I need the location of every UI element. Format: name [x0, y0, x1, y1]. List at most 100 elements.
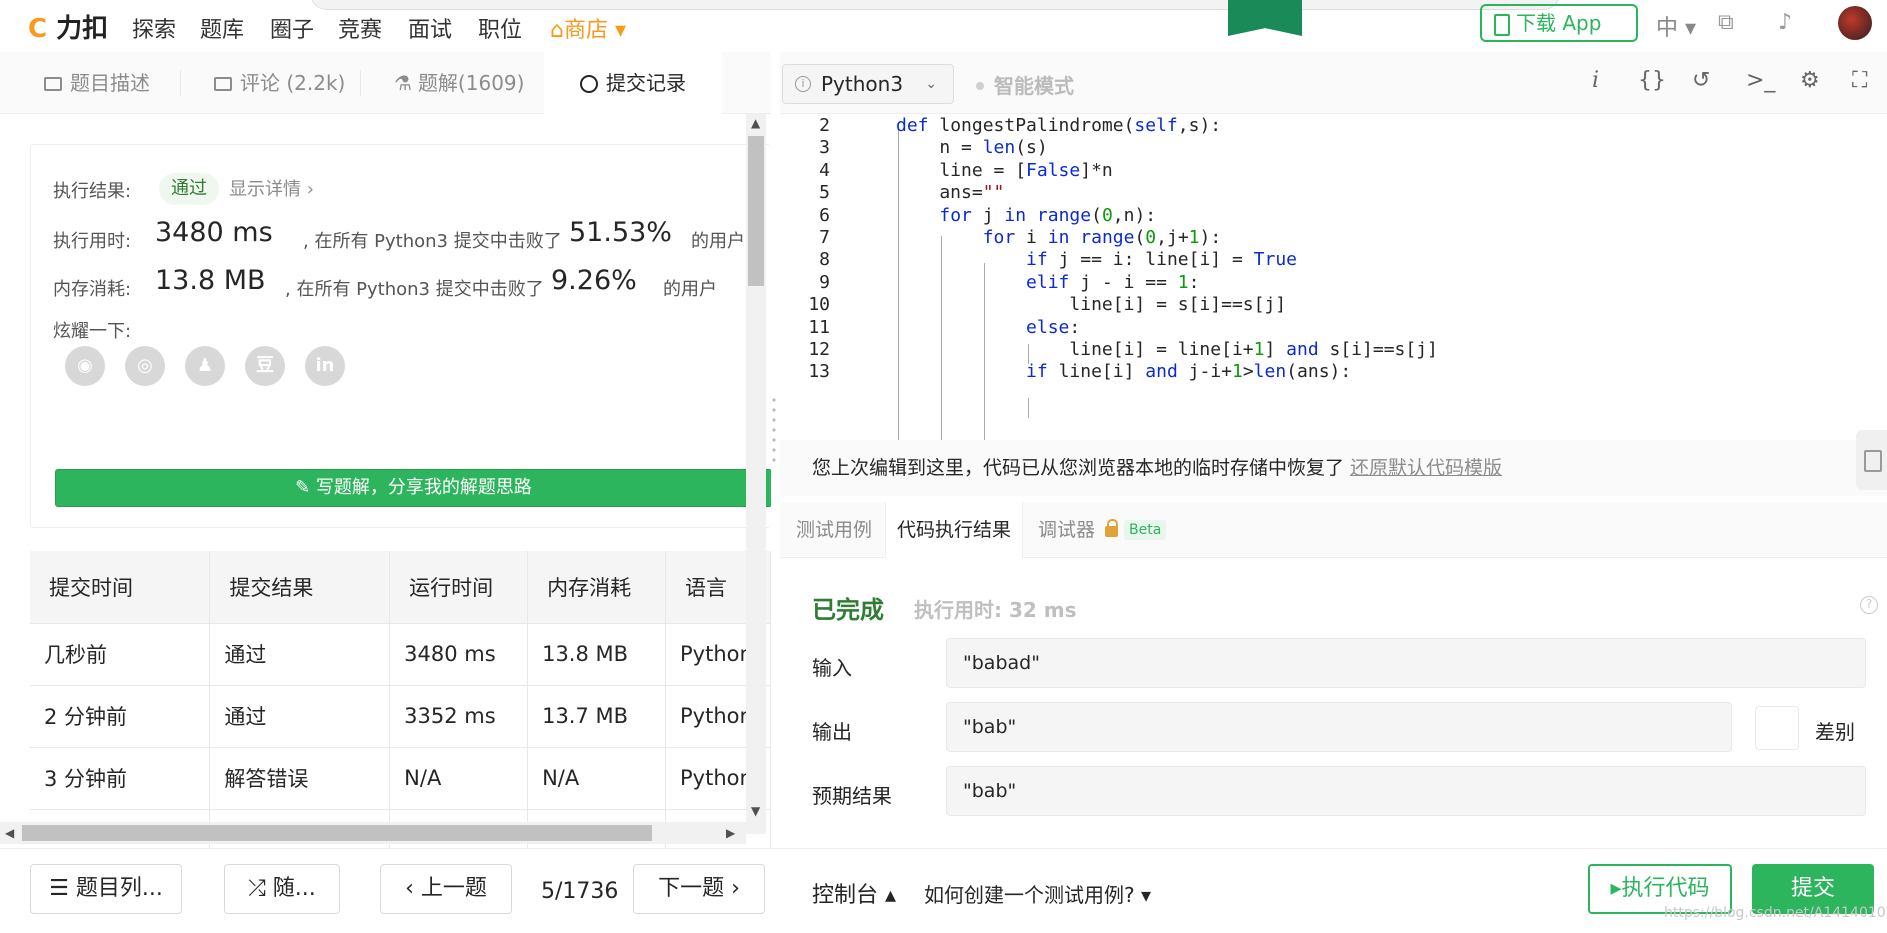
smart-mode-toggle[interactable]: 智能模式 — [976, 70, 1074, 99]
terminal-icon[interactable]: >_ — [1746, 68, 1775, 93]
header-submit-time[interactable]: 提交时间 — [30, 551, 211, 624]
cell-memory: 13.7 MB — [527, 685, 666, 748]
info-icon[interactable]: i — [1592, 68, 1599, 93]
comment-icon — [214, 77, 232, 91]
exec-status: 已完成 — [812, 596, 884, 624]
tab-comments[interactable]: 评论 (2.2k) — [214, 52, 345, 114]
download-app-button[interactable]: 下载 App — [1480, 4, 1638, 42]
leetcode-logo[interactable]: C 力扣 — [28, 8, 108, 45]
memory-beats-text: , 在所有 Python3 提交中击败了 — [285, 279, 544, 300]
top-navbar: C 力扣 探索 题库 圈子 竞赛 面试 职位 ⌂商店 ▾ 下载 App 中 ▾ … — [0, 0, 1887, 52]
cell-runtime: N/A — [389, 747, 529, 810]
cell-result-link[interactable]: 解答错误 — [209, 747, 391, 810]
douban-icon[interactable]: 豆 — [245, 346, 285, 386]
weibo-icon[interactable]: ◎ — [125, 346, 165, 386]
cell-runtime: 3480 ms — [389, 623, 529, 686]
notes-side-tab[interactable] — [1856, 430, 1887, 490]
cell-time: 3 分钟前 — [30, 747, 211, 810]
qq-icon[interactable]: ♟ — [185, 346, 225, 386]
memory-percent: 9.26% — [551, 265, 637, 296]
chevron-down-icon: ⌄ — [925, 76, 937, 92]
nav-contest[interactable]: 竞赛 — [338, 12, 382, 44]
tab-description[interactable]: 题目描述 — [44, 52, 150, 114]
tab-description-label: 题目描述 — [70, 71, 150, 95]
table-row[interactable]: 2 分钟前 通过 3352 ms 13.7 MB Python — [30, 685, 771, 748]
nav-jobs[interactable]: 职位 — [478, 12, 522, 44]
braces-icon[interactable]: {} — [1638, 68, 1666, 93]
diff-checkbox[interactable] — [1755, 706, 1799, 750]
restore-notice: 您上次编辑到这里，代码已从您浏览器本地的临时存储中恢复了 还原默认代码模版 — [780, 440, 1887, 496]
table-header-row: 提交时间 提交结果 运行时间 内存消耗 语言 — [30, 551, 771, 624]
nav-problems[interactable]: 题库 — [200, 12, 244, 44]
write-solution-button[interactable]: ✎ 写题解，分享我的解题思路 — [55, 469, 771, 507]
browser-address-bar[interactable] — [310, 0, 1560, 10]
problem-list-button[interactable]: ☰ 题目列... — [30, 864, 182, 914]
memory-users-suffix: 的用户 — [663, 279, 717, 300]
random-problem-button[interactable]: ⤮ 随... — [224, 864, 340, 914]
scroll-down-arrow-icon[interactable]: ▼ — [751, 804, 760, 818]
tab-exec-result[interactable]: 代码执行结果 — [885, 502, 1023, 558]
flask-icon: ⚗ — [394, 71, 412, 95]
show-details-link[interactable]: 显示详情 › — [229, 175, 314, 201]
code-editor[interactable]: 2 def longestPalindrome(self,s): 3 n = len… — [780, 114, 1887, 440]
language-switch[interactable]: 中 ▾ — [1656, 10, 1696, 42]
debugger-label: 调试器 — [1038, 519, 1096, 541]
watermark: https://blog.csdn.net/A1414010 — [1664, 905, 1886, 921]
nav-circle[interactable]: 圈子 — [270, 12, 314, 44]
nav-interview[interactable]: 面试 — [408, 12, 452, 44]
left-horizontal-scrollbar[interactable]: ◀ ▶ — [0, 822, 746, 844]
cell-result-link[interactable]: 通过 — [209, 685, 391, 748]
playground-icon[interactable]: ⧉ — [1718, 10, 1734, 35]
input-label: 输入 — [812, 656, 852, 680]
console-toggle[interactable]: 控制台 ▴ — [812, 877, 896, 909]
scroll-right-arrow-icon[interactable]: ▶ — [726, 826, 735, 840]
problem-tabs: 题目描述 评论 (2.2k) ⚗ 题解(1609) 提交记录 — [0, 52, 771, 114]
notification-bell-icon[interactable]: ♪ — [1778, 10, 1792, 35]
scroll-left-arrow-icon[interactable]: ◀ — [5, 826, 14, 840]
wechat-icon[interactable]: ◉ — [65, 346, 105, 386]
info-icon: i — [795, 76, 811, 92]
scrollbar-thumb[interactable] — [748, 136, 764, 286]
help-icon[interactable]: ? — [1860, 596, 1878, 614]
memory-label: 内存消耗: — [53, 279, 132, 300]
table-row[interactable]: 几秒前 通过 3480 ms 13.8 MB Python — [30, 623, 771, 686]
restore-notice-text: 您上次编辑到这里，代码已从您浏览器本地的临时存储中恢复了 — [812, 457, 1345, 479]
tab-solutions[interactable]: ⚗ 题解(1609) — [394, 52, 524, 114]
restore-default-code-link[interactable]: 还原默认代码模版 — [1350, 457, 1502, 479]
status-badge: 通过 — [159, 173, 219, 205]
nav-shop[interactable]: ⌂商店 ▾ — [550, 12, 626, 44]
prev-problem-button[interactable]: ‹ 上一题 — [380, 864, 512, 914]
nav-explore[interactable]: 探索 — [132, 12, 176, 44]
table-row[interactable]: 3 分钟前 解答错误 N/A N/A Python — [30, 747, 771, 810]
fullscreen-icon[interactable]: ⛶ — [1852, 68, 1867, 93]
promo-ribbon[interactable] — [1228, 0, 1302, 36]
cell-result-link[interactable]: 通过 — [209, 623, 391, 686]
submission-table: 提交时间 提交结果 运行时间 内存消耗 语言 几秒前 通过 3480 ms 13… — [30, 551, 771, 848]
scrollbar-thumb[interactable] — [22, 825, 652, 841]
language-select[interactable]: i Python3 ⌄ — [782, 64, 954, 104]
diff-label: 差别 — [1815, 720, 1855, 744]
editor-toolbar: i Python3 ⌄ 智能模式 i {} ↺ >_ ⚙ ⛶ — [780, 52, 1887, 114]
settings-icon[interactable]: ⚙ — [1800, 68, 1820, 93]
tab-debugger[interactable]: 调试器 Beta — [1038, 502, 1167, 558]
scroll-up-arrow-icon[interactable]: ▲ — [751, 116, 760, 130]
tab-submissions[interactable]: 提交记录 — [544, 52, 722, 114]
output-value: "bab" — [946, 702, 1732, 752]
runtime-label: 执行用时: — [53, 231, 132, 252]
tab-comments-label: 评论 (2.2k) — [240, 71, 346, 95]
panel-resize-handle[interactable] — [772, 395, 776, 465]
create-testcase-help[interactable]: 如何创建一个测试用例? ▾ — [924, 879, 1151, 908]
left-vertical-scrollbar[interactable]: ▲ ▼ — [746, 114, 766, 834]
header-result[interactable]: 提交结果 — [209, 551, 391, 624]
reset-icon[interactable]: ↺ — [1692, 68, 1710, 93]
shop-label: 商店 — [563, 18, 608, 43]
user-avatar[interactable] — [1838, 6, 1872, 40]
next-problem-button[interactable]: 下一题 › — [633, 864, 765, 914]
linkedin-icon[interactable]: in — [305, 346, 345, 386]
tab-testcase[interactable]: 测试用例 — [796, 502, 872, 558]
header-memory[interactable]: 内存消耗 — [527, 551, 666, 624]
code-text[interactable]: if line[i] and j-i+1>len(ans): — [896, 358, 1351, 385]
header-runtime[interactable]: 运行时间 — [389, 551, 529, 624]
bottom-bar: ☰ 题目列... ⤮ 随... ‹ 上一题 5/1736 下一题 › 控制台 ▴… — [0, 848, 1887, 928]
tab-divider — [360, 70, 361, 96]
